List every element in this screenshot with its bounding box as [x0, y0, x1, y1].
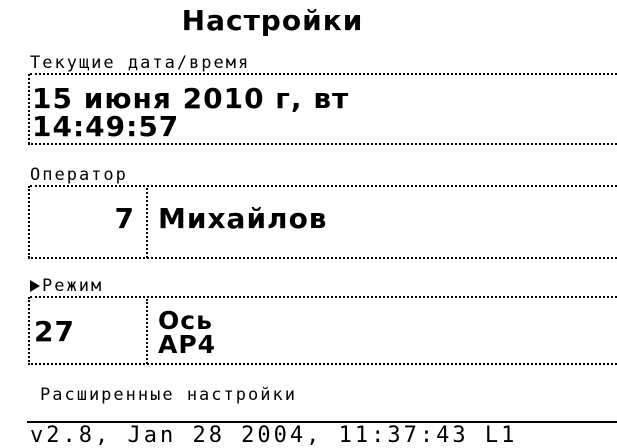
datetime-label: Текущие дата/время	[30, 53, 251, 73]
mode-name-line1: Ось	[158, 306, 213, 335]
operator-name: Михайлов	[158, 202, 328, 235]
operator-top-divider	[30, 185, 617, 187]
version-status: v2.8, Jan 28 2004, 11:37:43 L1	[30, 423, 518, 448]
mode-label: Режим	[42, 276, 104, 296]
selection-arrow-icon	[30, 280, 40, 292]
mode-top-divider	[30, 296, 617, 298]
mode-left-border	[28, 297, 30, 365]
datetime-time: 14:49:57	[32, 110, 180, 143]
mode-name-line2: AP4	[158, 330, 217, 359]
mode-number: 27	[34, 315, 75, 348]
page-title: Настройки	[181, 4, 364, 37]
datetime-date: 15 июня 2010 г, вт	[32, 82, 350, 115]
operator-number: 7	[114, 202, 135, 235]
datetime-top-divider	[30, 73, 617, 75]
operator-label: Оператор	[30, 165, 128, 185]
operator-bottom-divider	[28, 257, 617, 259]
mode-bottom-divider	[28, 363, 617, 365]
operator-left-border	[28, 186, 30, 258]
datetime-left-border	[28, 74, 30, 144]
advanced-settings-item[interactable]: Расширенные настройки	[40, 385, 297, 405]
operator-column-divider	[146, 188, 148, 258]
datetime-bottom-divider	[28, 143, 617, 145]
mode-column-divider	[146, 299, 148, 364]
